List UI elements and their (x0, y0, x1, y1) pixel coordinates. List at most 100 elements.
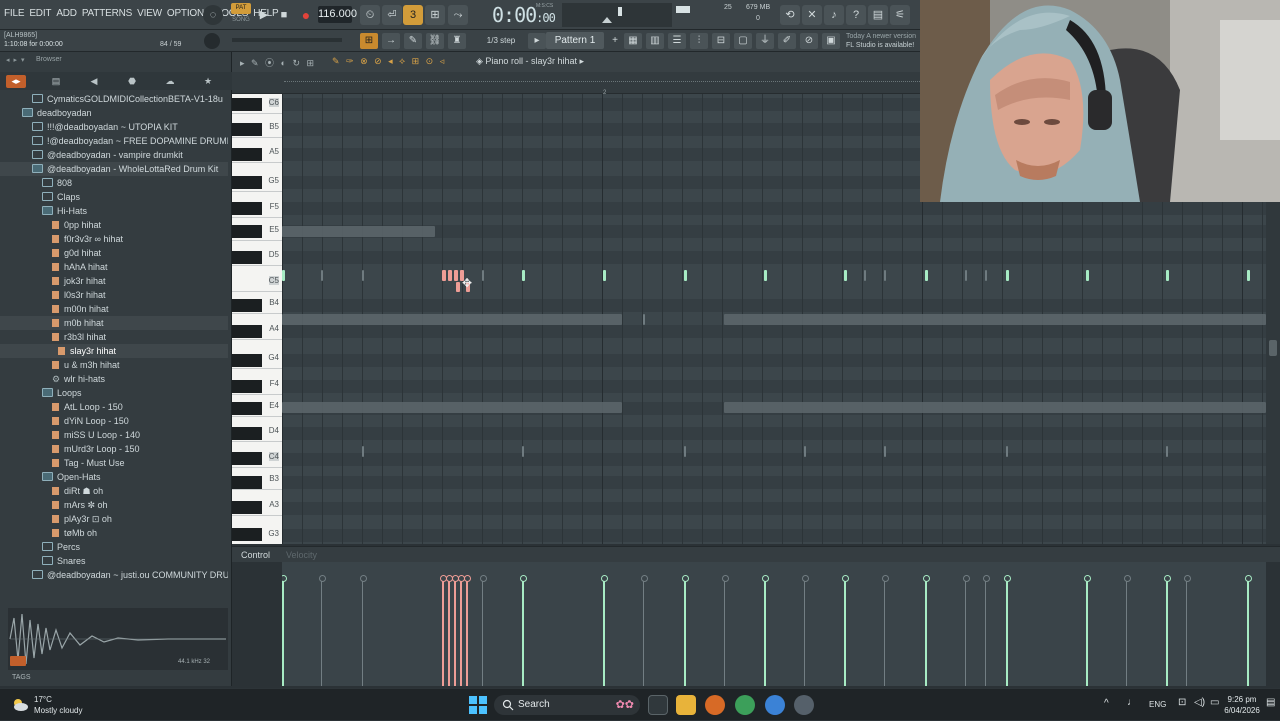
pat-mode-button[interactable]: PAT (231, 3, 251, 14)
browser-tree-item[interactable]: deadboyadan (0, 106, 228, 120)
piano-roll-icon[interactable]: ☰ (668, 33, 686, 49)
tool-palette-icons[interactable]: ✎ ✑ ⊗ ⊘ ◂ ⟡ ⊞ ⊙ ◃ (332, 56, 446, 67)
draw-tool-icon[interactable]: ✎ (404, 33, 422, 49)
piano-black-key[interactable] (232, 251, 262, 264)
chrome-icon[interactable] (735, 695, 755, 715)
taskbar-search[interactable]: Search ✿✿ (494, 695, 640, 715)
browser-tree-item[interactable]: u & m3h hihat (0, 358, 228, 372)
piano-black-key[interactable] (232, 98, 262, 111)
browser-tree-item[interactable]: Loops (0, 386, 228, 400)
menu-add[interactable]: ADD (56, 8, 77, 19)
task-view-icon[interactable] (648, 695, 668, 715)
menu-edit[interactable]: EDIT (29, 8, 51, 19)
pitch-slider[interactable] (618, 7, 622, 16)
velocity-bar[interactable] (1084, 575, 1091, 686)
note[interactable] (764, 270, 767, 281)
blend-notes-icon[interactable]: ⤳ (448, 5, 468, 25)
browser-tree-item[interactable]: Percs (0, 540, 228, 554)
browser-favorites-tab-icon[interactable]: ★ (198, 75, 218, 88)
velocity-lane[interactable] (282, 562, 1266, 686)
piano-black-key[interactable] (232, 354, 262, 367)
browser-tree-item[interactable]: m00n hihat (0, 302, 228, 316)
browser-tree-item[interactable]: 0pp hihat (0, 218, 228, 232)
browser-nav-icon[interactable]: ◂▸▾ (6, 56, 29, 64)
browser-tree-item[interactable]: Hi-Hats (0, 204, 228, 218)
browser-tree-item[interactable]: @deadboyadan ~ justi.ou COMMUNITY DRUMKI… (0, 568, 228, 582)
browser-all-tab-icon[interactable]: ◂▸ (6, 75, 26, 88)
piano-black-key[interactable] (232, 402, 262, 415)
browser-tree-item[interactable]: CymaticsGOLDMIDICollectionBETA-V1-18u (0, 92, 228, 106)
video-icon[interactable]: ⊘ (800, 33, 818, 49)
piano-black-key[interactable] (232, 528, 262, 541)
main-pitch-slider[interactable] (232, 38, 342, 42)
piano-black-key[interactable] (232, 123, 262, 136)
microphone-icon[interactable]: ♪ (824, 5, 844, 25)
plugin-picker-icon[interactable]: ▢ (734, 33, 752, 49)
browser-files-tab-icon[interactable]: ▤ (46, 75, 66, 88)
browser-tree-item[interactable]: r3b3l hihat (0, 330, 228, 344)
song-mode-button[interactable]: SONG (231, 15, 251, 25)
browser-tree-item[interactable]: AtL Loop - 150 (0, 400, 228, 414)
plugin-icon[interactable]: ⏚ (756, 33, 774, 49)
link-icon[interactable]: ⛓ (426, 33, 444, 49)
browser-tree-item[interactable]: m0b hihat (0, 316, 228, 330)
piano-roll-tools-icon[interactable]: ▸ ✎ ⦿ ◐ ↻ ⊞ (240, 56, 316, 69)
metronome-icon[interactable]: ⏲ (360, 5, 380, 25)
browser-tree-item[interactable]: @deadboyadan - WholeLottaRed Drum Kit (0, 162, 228, 176)
piano-black-key[interactable] (232, 148, 262, 161)
mixer-view-icon[interactable]: ⫶ (690, 33, 708, 49)
browser-tree-item[interactable]: wlr hi-hats (0, 372, 228, 386)
stop-icon[interactable]: ■ (274, 5, 294, 25)
tags-label[interactable]: TAGS (12, 674, 31, 681)
note[interactable] (282, 270, 285, 281)
note[interactable] (925, 270, 928, 281)
countdown-icon[interactable]: 3 (403, 5, 423, 25)
language-indicator[interactable]: ENG (1149, 700, 1166, 709)
velocity-bar[interactable] (282, 575, 287, 686)
undo-history-icon[interactable]: ⟲ (780, 5, 800, 25)
weather-widget[interactable]: 17°C Mostly cloudy (34, 694, 82, 716)
velocity-bar[interactable] (520, 575, 527, 686)
note[interactable] (844, 270, 847, 281)
step-size-select[interactable]: 1/3 step (482, 33, 520, 49)
browser-tree-item[interactable]: jok3r hihat (0, 274, 228, 288)
browser-tree-item[interactable]: mArs ✼ oh (0, 498, 228, 512)
velocity-bar[interactable] (923, 575, 930, 686)
note[interactable] (1006, 270, 1009, 281)
browser-tree-item[interactable]: mUrd3r Loop - 150 (0, 442, 228, 456)
note[interactable] (603, 270, 606, 281)
menu-patterns[interactable]: PATTERNS (82, 8, 132, 19)
browser-tree-item[interactable]: Claps (0, 190, 228, 204)
weather-cloud-icon[interactable] (11, 696, 29, 714)
master-pitch-panel[interactable] (562, 3, 672, 27)
battery-icon[interactable]: ▭ (1210, 697, 1219, 708)
selected-velocity-bar[interactable] (452, 575, 459, 686)
note[interactable] (1166, 270, 1169, 281)
browser-tree-item[interactable]: !!!@deadboyadan ~ UTOPIA KIT (0, 120, 228, 134)
scroll-thumb[interactable] (1269, 340, 1277, 356)
browser-tree-item[interactable]: slay3r hihat (0, 344, 228, 358)
volume-icon[interactable]: ◁) (1194, 697, 1205, 708)
browser-tree-item[interactable]: @deadboyadan - vampire drumkit (0, 148, 228, 162)
touch-keyboard-icon[interactable]: ✐ (778, 33, 796, 49)
piano-black-key[interactable] (232, 299, 262, 312)
project-info-icon[interactable]: ▣ (822, 33, 840, 49)
browser-tree-item[interactable]: g0d hihat (0, 246, 228, 260)
piano-black-key[interactable] (232, 380, 262, 393)
velocity-bar[interactable] (842, 575, 849, 686)
menu-view[interactable]: VIEW (137, 8, 162, 19)
mixer-icon[interactable]: ⚟ (890, 5, 910, 25)
velocity-bar[interactable] (1164, 575, 1171, 686)
selected-note[interactable] (454, 270, 458, 281)
piano-black-key[interactable] (232, 452, 262, 465)
selected-velocity-bar[interactable] (446, 575, 453, 686)
browser-tree-item[interactable]: l0s3r hihat (0, 288, 228, 302)
tray-expand-icon[interactable]: ^ (1104, 698, 1109, 709)
velocity-bar[interactable] (682, 575, 689, 686)
browser-tree-item[interactable]: Tag - Must Use (0, 456, 228, 470)
news-panel[interactable]: Today A newer version FL Studio is avail… (846, 32, 916, 50)
browser-tree-item[interactable]: 808 (0, 176, 228, 190)
velocity-bar[interactable] (1245, 575, 1252, 686)
browser-plugins-tab-icon[interactable]: ◀ (84, 75, 104, 88)
piano-black-key[interactable] (232, 202, 262, 215)
